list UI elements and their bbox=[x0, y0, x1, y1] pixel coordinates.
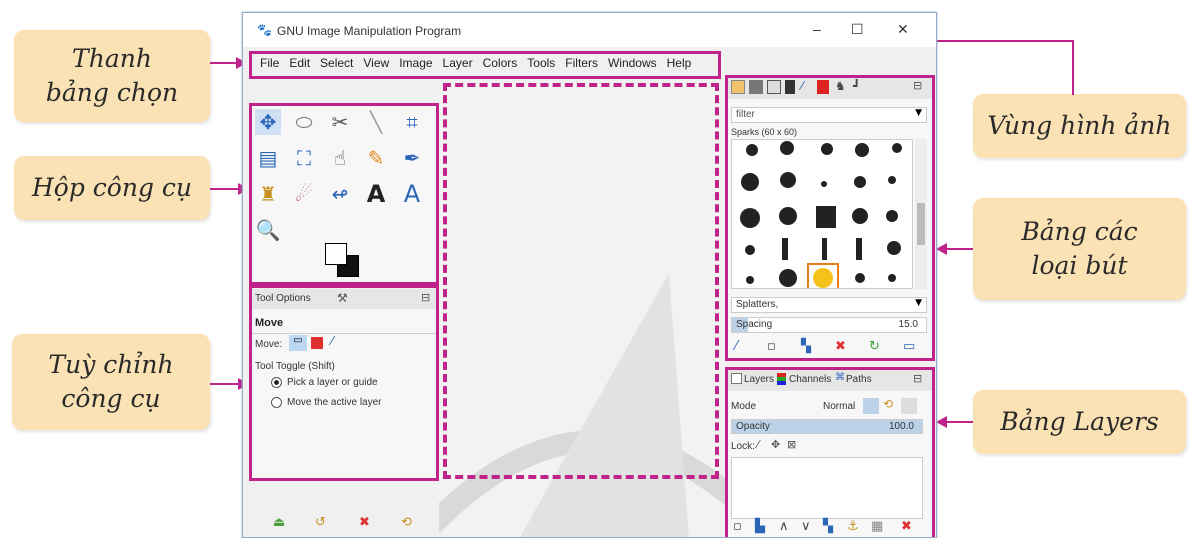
brushes-highlight bbox=[725, 75, 935, 361]
arrow-menu-line bbox=[210, 62, 238, 64]
window-title: GNU Image Manipulation Program bbox=[277, 24, 462, 38]
menu-bar-highlight bbox=[249, 51, 721, 79]
layers-highlight bbox=[725, 367, 935, 537]
arrow-image-vertical-right bbox=[1072, 40, 1074, 95]
arrow-toolbox-line bbox=[210, 188, 240, 190]
callout-toolbox-text: Hộp công cụ bbox=[31, 173, 192, 203]
callout-tool-options-text: Tuỳ chỉnh công cụ bbox=[48, 350, 174, 413]
maximize-button[interactable]: ☐ bbox=[851, 21, 864, 38]
callout-menu-bar-text: Thanh bảng chọn bbox=[45, 44, 179, 107]
image-area-highlight bbox=[443, 83, 719, 479]
gimp-logo-icon: 🐾 bbox=[257, 23, 272, 37]
callout-layers: Bảng Layers bbox=[973, 390, 1186, 454]
arrow-brushes-head bbox=[936, 243, 947, 255]
toolbox-highlight bbox=[249, 103, 439, 285]
callout-brushes-text: Bảng các loại bút bbox=[1021, 217, 1138, 280]
tool-options-highlight bbox=[249, 285, 439, 481]
callout-layers-text: Bảng Layers bbox=[1000, 407, 1159, 437]
save-options-icon[interactable]: ⏏ bbox=[273, 515, 285, 530]
arrow-brushes-line bbox=[946, 248, 973, 250]
arrow-tooloptions-line bbox=[210, 383, 240, 385]
callout-tool-options: Tuỳ chỉnh công cụ bbox=[12, 334, 210, 430]
callout-menu-bar: Thanh bảng chọn bbox=[14, 30, 210, 122]
title-bar: 🐾 GNU Image Manipulation Program – ☐ ✕ bbox=[243, 13, 936, 47]
minimize-button[interactable]: – bbox=[813, 21, 821, 37]
callout-toolbox: Hộp công cụ bbox=[14, 156, 210, 220]
callout-image-area: Vùng hình ảnh bbox=[973, 94, 1186, 158]
arrow-layers-line bbox=[946, 421, 973, 423]
delete-options-icon[interactable]: ✖ bbox=[359, 515, 370, 530]
arrow-layers-head bbox=[936, 416, 947, 428]
callout-brushes: Bảng các loại bút bbox=[973, 198, 1186, 300]
close-button[interactable]: ✕ bbox=[897, 21, 909, 38]
callout-image-area-text: Vùng hình ảnh bbox=[987, 111, 1172, 141]
reset-options-icon[interactable]: ⟲ bbox=[401, 515, 412, 530]
gimp-window: 🐾 GNU Image Manipulation Program – ☐ ✕ F… bbox=[242, 12, 937, 538]
left-dock-buttons: ⏏ ↺ ✖ ⟲ bbox=[251, 513, 437, 535]
restore-options-icon[interactable]: ↺ bbox=[315, 515, 326, 530]
